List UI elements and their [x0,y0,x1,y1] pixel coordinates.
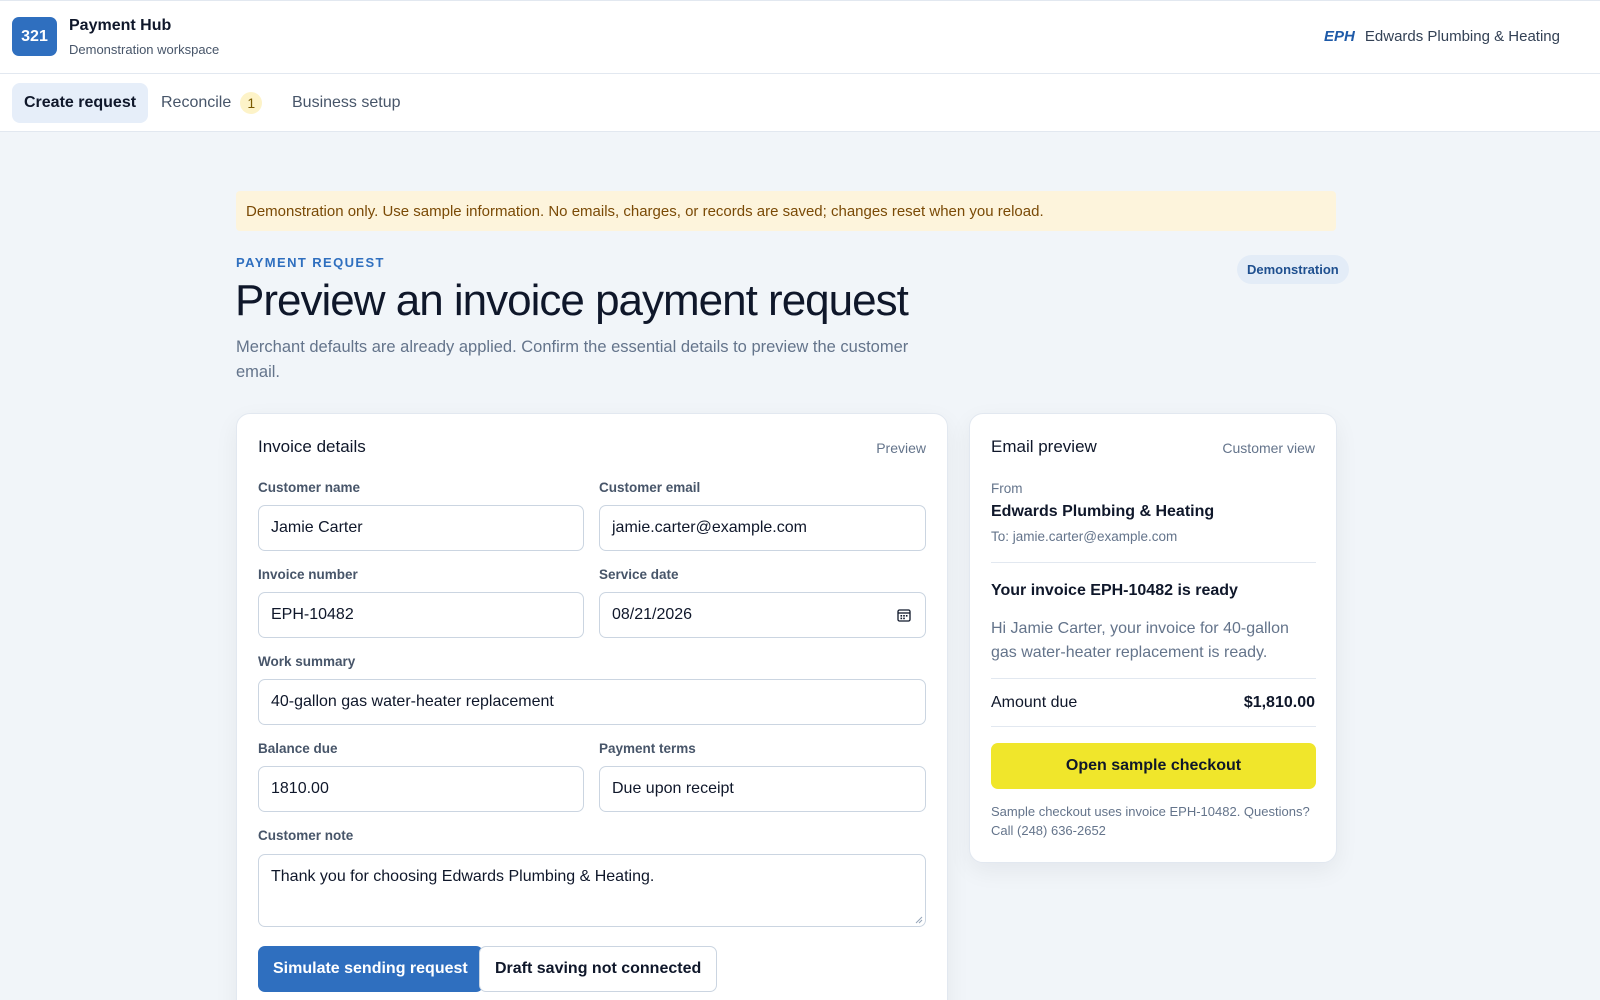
invoice-details-card: Invoice details Preview Customer name Ja… [236,413,948,1000]
email-subject: Your invoice EPH-10482 is ready [991,582,1238,599]
reconcile-count-badge: 1 [240,92,263,114]
amount-due-value: $1,810.00 [1243,694,1315,711]
service-date-label: Service date [599,567,679,582]
tab-label: Create request [24,94,137,111]
card-meta: Customer view [1222,440,1315,456]
app-logo: 321 [12,17,57,56]
tab-label: Business setup [292,94,401,111]
resize-handle-icon[interactable] [915,916,923,924]
divider [991,678,1316,679]
email-sender: Edwards Plumbing & Heating [991,503,1215,520]
page-eyebrow: PAYMENT REQUEST [236,255,385,270]
divider [991,562,1316,563]
page-description: Merchant defaults are already applied. C… [236,338,909,381]
page-title: Preview an invoice payment request [235,276,909,325]
merchant-name: Edwards Plumbing & Heating [1364,28,1560,45]
tab-create-request[interactable]: Create request [12,83,149,123]
balance-due-label: Balance due [258,741,338,756]
invoice-number-value: EPH-10482 [271,606,354,623]
customer-note-textarea[interactable]: Thank you for choosing Edwards Plumbing … [258,854,926,927]
card-meta: Preview [876,440,926,456]
email-body: Hi Jamie Carter, your invoice for 40-gal… [991,620,1289,661]
balance-due-input[interactable]: 1810.00 [258,766,584,812]
payment-terms-label: Payment terms [599,741,696,756]
merchant-abbreviation: EPH [1324,28,1355,45]
email-footer-note: Sample checkout uses invoice EPH-10482. … [991,804,1310,838]
customer-note-label: Customer note [258,828,354,843]
customer-name-value: Jamie Carter [271,519,363,536]
email-from-label: From [991,481,1023,496]
customer-email-label: Customer email [599,480,701,495]
card-title: Email preview [991,437,1097,456]
open-sample-checkout-button[interactable]: Open sample checkout [991,743,1316,789]
draft-saving-button[interactable]: Draft saving not connected [479,946,718,992]
calendar-icon[interactable] [897,608,911,622]
payment-terms-input[interactable]: Due upon receipt [599,766,926,812]
app-title: Payment Hub [69,17,172,34]
divider [991,726,1316,727]
tab-bar: Create request Reconcile 1 Business setu… [0,74,1600,132]
balance-due-value: 1810.00 [271,780,329,797]
customer-email-input[interactable]: jamie.carter@example.com [599,505,926,551]
app-header: 321 Payment Hub Demonstration workspace … [0,0,1600,74]
card-title: Invoice details [258,437,366,456]
service-date-input[interactable]: 08/21/2026 [599,592,926,638]
amount-due-label: Amount due [991,694,1078,711]
merchant-identity: EPH Edwards Plumbing & Heating [1324,28,1560,45]
tab-reconcile[interactable]: Reconcile 1 [149,83,274,123]
customer-note-value: Thank you for choosing Edwards Plumbing … [271,868,655,885]
invoice-number-label: Invoice number [258,567,358,582]
simulate-send-button[interactable]: Simulate sending request [258,946,483,992]
customer-email-value: jamie.carter@example.com [612,519,807,536]
work-summary-label: Work summary [258,654,356,669]
tab-business-setup[interactable]: Business setup [280,83,413,123]
customer-name-input[interactable]: Jamie Carter [258,505,584,551]
customer-name-label: Customer name [258,480,361,495]
demo-notice: Demonstration only. Use sample informati… [236,191,1336,231]
work-summary-input[interactable]: 40-gallon gas water-heater replacement [258,679,926,725]
demonstration-badge: Demonstration [1237,255,1349,284]
email-preview-card: Email preview Customer view From Edwards… [969,413,1337,863]
payment-terms-value: Due upon receipt [612,780,734,797]
app-subtitle: Demonstration workspace [69,42,220,57]
invoice-number-input[interactable]: EPH-10482 [258,592,584,638]
tab-label: Reconcile [161,94,232,111]
service-date-value: 08/21/2026 [612,606,693,623]
work-summary-value: 40-gallon gas water-heater replacement [271,693,554,710]
email-recipient: To: jamie.carter@example.com [991,529,1178,544]
